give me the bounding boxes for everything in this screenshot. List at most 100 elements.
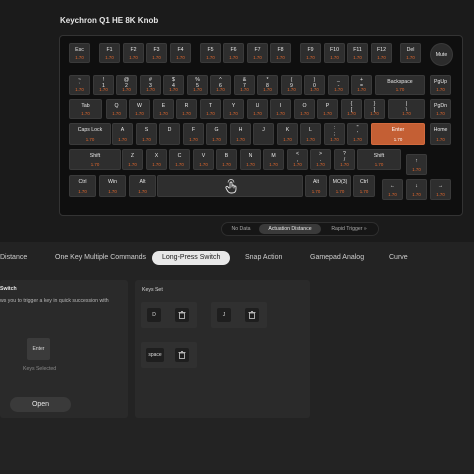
- key-rshift[interactable]: Shift 1.70: [357, 149, 401, 170]
- key-backspace[interactable]: Backspace 1.70: [375, 75, 425, 95]
- key-lwin[interactable]: Win 1.70: [99, 175, 126, 197]
- key-a[interactable]: A 1.70: [112, 123, 133, 145]
- key-d[interactable]: D: [159, 123, 180, 145]
- key-z[interactable]: Z 1.70: [122, 149, 143, 170]
- key-o[interactable]: O 1.70: [294, 99, 315, 119]
- key-f3[interactable]: F3 1.70: [146, 43, 167, 63]
- key-n5[interactable]: % 5 1.70: [187, 75, 208, 95]
- key-h[interactable]: H 1.70: [230, 123, 267, 145]
- key-n6[interactable]: ^ 6 1.70: [210, 75, 231, 95]
- key-m[interactable]: M 1.70: [263, 149, 284, 170]
- key-s[interactable]: S 1.70: [136, 123, 173, 145]
- key-p[interactable]: P 1.70: [317, 99, 338, 119]
- key-t[interactable]: T 1.70: [200, 99, 221, 119]
- key-mute[interactable]: Mute: [430, 43, 453, 66]
- key-f4[interactable]: F4 1.70: [170, 43, 191, 63]
- key-slot-d[interactable]: D: [147, 308, 161, 322]
- key-f11[interactable]: F11 1.70: [347, 43, 368, 63]
- key-left[interactable]: ← 1.70: [382, 179, 403, 200]
- trash-icon[interactable]: [175, 348, 189, 362]
- key-lbrace[interactable]: {[1.70: [341, 99, 362, 119]
- mode-tab-one-key-multiple-commands[interactable]: One Key Multiple Commands: [55, 251, 146, 265]
- key-u[interactable]: U 1.70: [247, 99, 268, 119]
- key-slash[interactable]: ?/1.70: [334, 149, 355, 170]
- key-mo3[interactable]: MO(3) 1.70: [329, 175, 351, 197]
- key-pgdn[interactable]: PgDn 1.70: [430, 99, 451, 119]
- key-comma[interactable]: <, 1.70: [287, 149, 308, 170]
- key-v[interactable]: V 1.70: [193, 149, 214, 170]
- key-space[interactable]: [157, 175, 303, 197]
- key-n3[interactable]: #3 1.70: [140, 75, 161, 95]
- mode-tab-gamepad-analog[interactable]: Gamepad Analog: [310, 251, 364, 265]
- key-rbrace[interactable]: }] 1.70: [364, 99, 385, 119]
- key-x[interactable]: X 1.70: [146, 149, 167, 170]
- key-quote[interactable]: " ' 1.70: [347, 123, 368, 145]
- key-rctrl[interactable]: Ctrl 1.70: [353, 175, 375, 197]
- key-n1[interactable]: ! 1 1.70: [93, 75, 114, 95]
- key-f10[interactable]: F10 1.70: [324, 43, 345, 63]
- key-g[interactable]: G 1.70: [206, 123, 227, 145]
- key-f12[interactable]: F12 1.70: [371, 43, 392, 63]
- key-i[interactable]: I 1.70: [270, 99, 291, 119]
- key-f7[interactable]: F7 1.70: [247, 43, 268, 63]
- open-button[interactable]: Open: [10, 397, 71, 412]
- key-lctrl[interactable]: Ctrl 1.70: [69, 175, 96, 197]
- key-f6[interactable]: F6 1.70: [223, 43, 244, 63]
- key-enter[interactable]: Enter 1.70: [371, 123, 425, 145]
- key-semicolon[interactable]: :; 1.70: [324, 123, 345, 145]
- key-n9[interactable]: (9 1.70: [281, 75, 302, 95]
- key-n8[interactable]: * 8 1.70: [257, 75, 278, 95]
- key-label: D: [167, 127, 172, 133]
- key-equal[interactable]: + = 1.70: [351, 75, 372, 95]
- tab-rapid-trigger[interactable]: Rapid Trigger »: [323, 224, 375, 234]
- key-lalt[interactable]: Alt 1.70: [129, 175, 156, 197]
- key-c[interactable]: C 1.70: [169, 149, 190, 170]
- key-slot-j[interactable]: J: [217, 308, 231, 322]
- key-b[interactable]: B 1.70: [216, 149, 237, 170]
- mode-tab-long-press-switch[interactable]: Long-Press Switch: [152, 251, 231, 265]
- key-tab[interactable]: Tab 1.70: [69, 99, 102, 119]
- key-up[interactable]: ↑ 1.70: [406, 154, 427, 175]
- key-n2[interactable]: @2 1.70: [116, 75, 137, 95]
- key-n[interactable]: N 1.70: [240, 149, 261, 170]
- key-tilde[interactable]: ~ ` 1.70: [69, 75, 90, 95]
- key-period[interactable]: >. 1.70: [310, 149, 331, 170]
- tab-no-data[interactable]: No Data: [224, 224, 258, 234]
- key-r[interactable]: R 1.70: [176, 99, 197, 119]
- key-down[interactable]: ↓ 1.70: [406, 179, 427, 200]
- key-n7[interactable]: & 7 1.70: [234, 75, 255, 95]
- key-ralt[interactable]: Alt 1.70: [305, 175, 327, 197]
- key-l[interactable]: L 1.70: [300, 123, 321, 145]
- key-k[interactable]: K 1.70: [277, 123, 298, 145]
- key-j[interactable]: J: [253, 123, 274, 145]
- key-f8[interactable]: F8 1.70: [270, 43, 291, 63]
- tab-actuation-distance[interactable]: Actuation Distance: [259, 224, 321, 234]
- key-home[interactable]: Home 1.70: [430, 123, 451, 145]
- key-y[interactable]: Y 1.70: [223, 99, 244, 119]
- trash-icon[interactable]: [245, 308, 259, 322]
- key-lshift[interactable]: Shift 1.70: [69, 149, 121, 170]
- key-right[interactable]: → 1.70: [430, 179, 451, 200]
- key-n0[interactable]: ) 0 1.70: [304, 75, 325, 95]
- key-f5[interactable]: F5 1.70: [200, 43, 221, 63]
- key-e[interactable]: E 1.70: [153, 99, 174, 119]
- key-w[interactable]: W 1.70: [129, 99, 150, 119]
- mode-tab-snap-action[interactable]: Snap Action: [245, 251, 282, 265]
- key-esc[interactable]: Esc 1.70: [69, 43, 90, 63]
- trash-icon[interactable]: [175, 308, 189, 322]
- key-n4[interactable]: $4 1.70: [163, 75, 184, 95]
- key-f[interactable]: F 1.70: [183, 123, 204, 145]
- key-caps[interactable]: Caps Lock 1.70: [69, 123, 111, 145]
- key-q[interactable]: Q 1.70: [106, 99, 127, 119]
- key-pgup[interactable]: PgUp 1.70: [430, 75, 451, 95]
- mode-tab-distance[interactable]: Distance: [0, 251, 27, 265]
- selected-key[interactable]: Enter: [27, 338, 50, 360]
- key-minus[interactable]: _ -1.70: [328, 75, 349, 95]
- mode-tab-curve[interactable]: Curve: [389, 251, 408, 265]
- key-f9[interactable]: F9 1.70: [300, 43, 321, 63]
- key-f2[interactable]: F2 1.70: [123, 43, 144, 63]
- key-f1[interactable]: F1 1.70: [99, 43, 120, 63]
- key-slot-space[interactable]: space: [146, 348, 164, 362]
- key-pipe[interactable]: | \ 1.70: [388, 99, 425, 119]
- key-del[interactable]: Del 1.70: [400, 43, 421, 63]
